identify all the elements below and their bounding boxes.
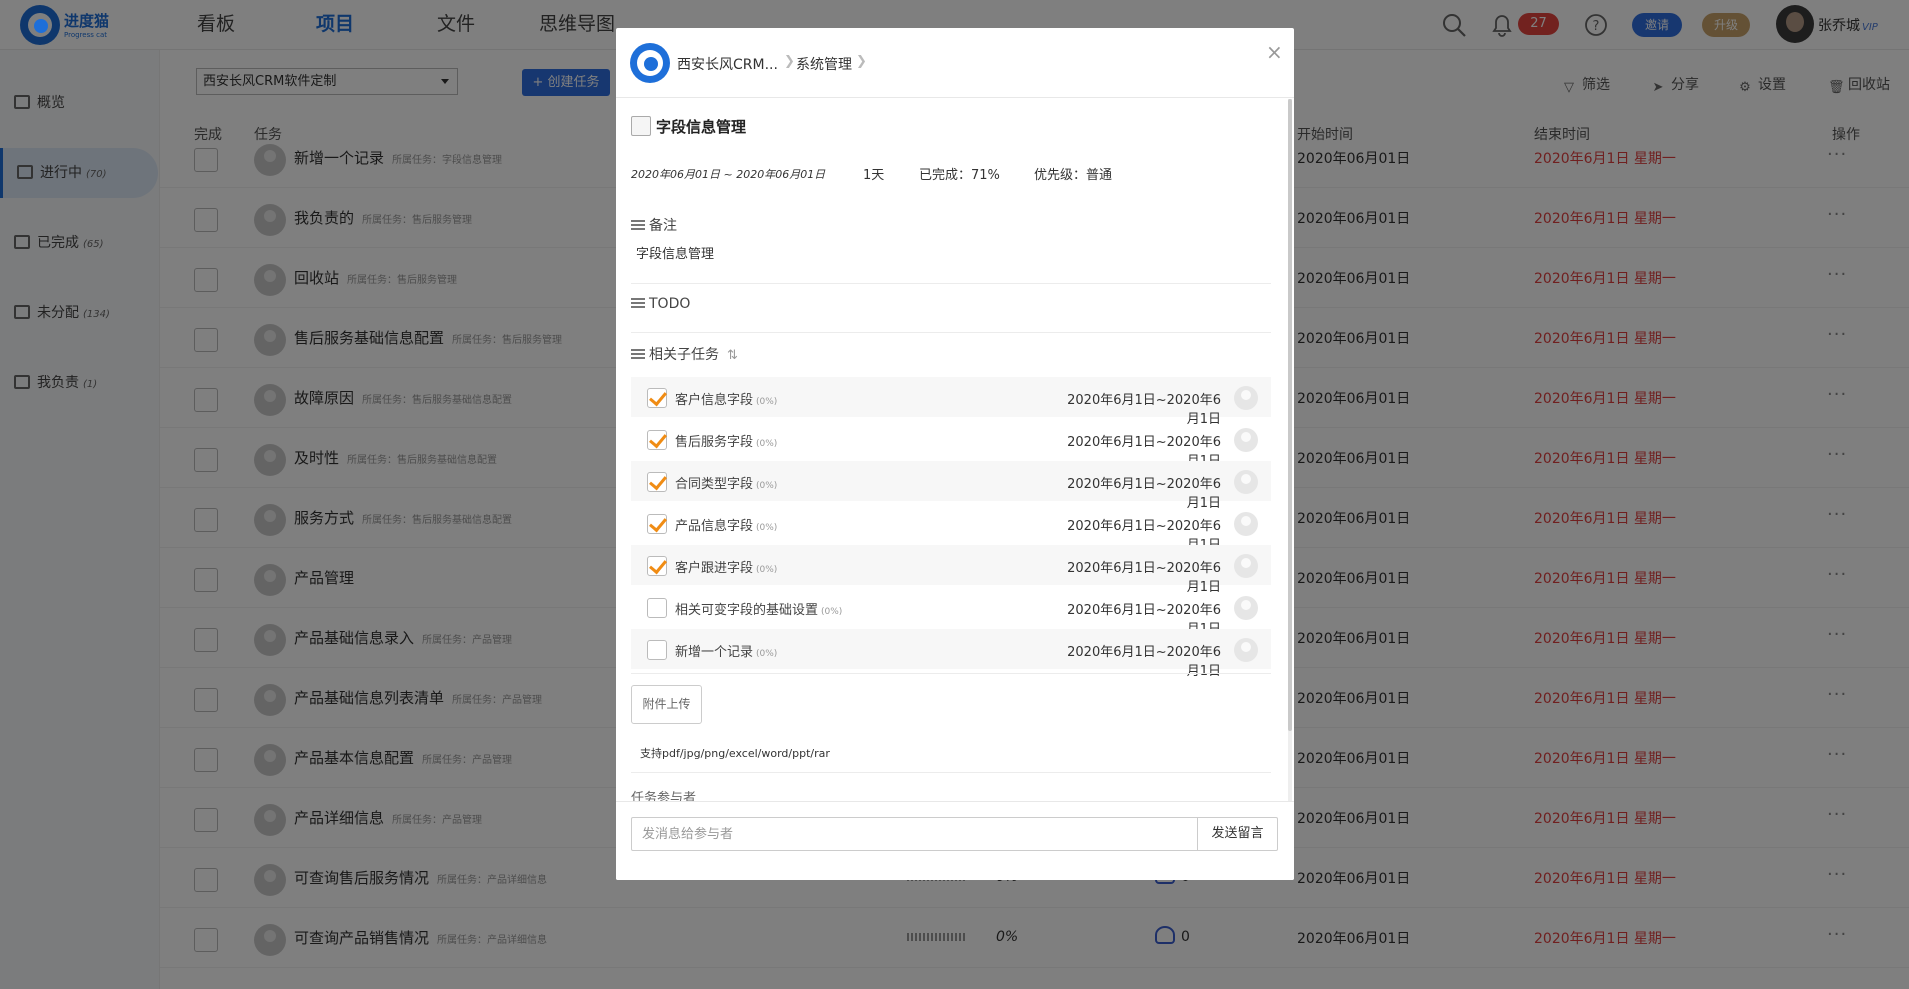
subtask-progress: (0%): [756, 523, 778, 533]
todo-section-title[interactable]: TODO: [631, 296, 690, 312]
subtask-row[interactable]: 客户信息字段 (0%) 2020年6月1日~2020年6月1日: [631, 377, 1271, 427]
subtask-assignee-avatar[interactable]: [1234, 596, 1258, 620]
subtask-row[interactable]: 相关可变字段的基础设置(0%)2020年6月1日~2020年6月1日: [631, 587, 1271, 637]
subtask-assignee-avatar[interactable]: [1234, 428, 1258, 452]
chevron-right-icon: ❯: [784, 54, 795, 69]
subtask-name-text: 合同类型字段: [675, 477, 754, 492]
subtask-name[interactable]: 客户信息字段 (0%): [675, 389, 777, 408]
subtask-row[interactable]: 合同类型字段 (0%) 2020年6月1日~2020年6月1日: [631, 461, 1271, 511]
subtask-row[interactable]: 售后服务字段(0%)2020年6月1日~2020年6月1日: [631, 419, 1271, 469]
subtask-checkbox[interactable]: [647, 598, 667, 618]
divider: [631, 283, 1271, 284]
list-icon: [631, 349, 645, 360]
subtask-name[interactable]: 相关可变字段的基础设置 (0%): [675, 599, 842, 618]
subtask-progress: (0%): [756, 397, 778, 407]
list-icon: [631, 220, 645, 231]
subtask-name[interactable]: 产品信息字段 (0%): [675, 515, 777, 534]
modal-footer: 发送留言: [616, 801, 1294, 880]
subtask-progress: (0%): [756, 439, 778, 449]
subtask-name-text: 客户跟进字段: [675, 561, 754, 576]
divider: [631, 332, 1271, 333]
task-complete-checkbox[interactable]: [631, 116, 651, 136]
subtask-checkbox[interactable]: [647, 388, 667, 408]
message-input[interactable]: [631, 817, 1198, 851]
subtask-row[interactable]: 产品信息字段(0%)2020年6月1日~2020年6月1日: [631, 503, 1271, 553]
subtask-name[interactable]: 新增一个记录 (0%): [675, 641, 777, 660]
subtask-name-text: 产品信息字段: [675, 519, 754, 534]
send-message-button[interactable]: 发送留言: [1197, 817, 1278, 851]
subtask-name-text: 售后服务字段: [675, 435, 754, 450]
task-date-range[interactable]: 2020年06月01日 ~ 2020年06月01日: [631, 166, 825, 182]
note-section-title: 备注: [631, 215, 677, 235]
breadcrumb-parent[interactable]: 系统管理: [796, 54, 852, 74]
task-completed: 已完成：71%: [919, 168, 1000, 183]
subtasks-label: 相关子任务: [649, 347, 719, 363]
subtask-name-text: 新增一个记录: [675, 645, 754, 660]
subtask-assignee-avatar[interactable]: [1234, 638, 1258, 662]
divider: [631, 673, 1271, 674]
upload-button[interactable]: 附件上传: [631, 685, 702, 724]
participants-section-title: 任务参与者: [631, 791, 697, 801]
subtask-progress: (0%): [756, 481, 778, 491]
subtask-progress: (0%): [821, 607, 843, 617]
subtask-assignee-avatar[interactable]: [1234, 512, 1258, 536]
todo-label: TODO: [649, 296, 691, 312]
chevron-right-icon: ❯: [856, 54, 867, 69]
note-text[interactable]: 字段信息管理: [636, 243, 714, 262]
list-icon: [631, 298, 645, 309]
subtask-name[interactable]: 客户跟进字段 (0%): [675, 557, 777, 576]
task-title[interactable]: 字段信息管理: [656, 116, 746, 137]
subtask-checkbox[interactable]: [647, 472, 667, 492]
project-logo-icon: [630, 43, 670, 83]
breadcrumb-project[interactable]: 西安长风CRM...: [677, 54, 778, 74]
subtask-progress: (0%): [756, 565, 778, 575]
subtask-assignee-avatar[interactable]: [1234, 554, 1258, 578]
subtask-name-text: 相关可变字段的基础设置: [675, 603, 819, 618]
divider: [631, 772, 1271, 773]
subtask-progress: (0%): [756, 649, 778, 659]
subtask-name[interactable]: 合同类型字段 (0%): [675, 473, 777, 492]
subtask-row[interactable]: 新增一个记录 (0%) 2020年6月1日~2020年6月1日: [631, 629, 1271, 679]
subtask-name-text: 客户信息字段: [675, 393, 754, 408]
subtask-name[interactable]: 售后服务字段 (0%): [675, 431, 777, 450]
subtask-checkbox[interactable]: [647, 640, 667, 660]
subtask-assignee-avatar[interactable]: [1234, 386, 1258, 410]
sort-icon[interactable]: ⇅: [727, 348, 738, 363]
close-icon[interactable]: ×: [1266, 40, 1283, 64]
scrollbar-thumb[interactable]: [1288, 99, 1292, 731]
note-label: 备注: [649, 218, 677, 234]
subtask-assignee-avatar[interactable]: [1234, 470, 1258, 494]
task-priority[interactable]: 优先级：普通: [1034, 164, 1112, 183]
subtask-checkbox[interactable]: [647, 556, 667, 576]
upload-hint: 支持pdf/jpg/png/excel/word/ppt/rar: [640, 747, 830, 760]
modal-body: 字段信息管理 2020年06月01日 ~ 2020年06月01日 1天 已完成：…: [616, 99, 1294, 801]
subtask-checkbox[interactable]: [647, 430, 667, 450]
task-duration: 1天: [863, 168, 885, 183]
subtask-checkbox[interactable]: [647, 514, 667, 534]
modal-header: 西安长风CRM... ❯ 系统管理 ❯ ×: [616, 28, 1294, 98]
subtasks-section-title: 相关子任务 ⇅: [631, 344, 738, 364]
task-detail-modal: 西安长风CRM... ❯ 系统管理 ❯ × 字段信息管理 2020年06月01日…: [616, 28, 1294, 880]
subtask-row[interactable]: 客户跟进字段 (0%) 2020年6月1日~2020年6月1日: [631, 545, 1271, 595]
